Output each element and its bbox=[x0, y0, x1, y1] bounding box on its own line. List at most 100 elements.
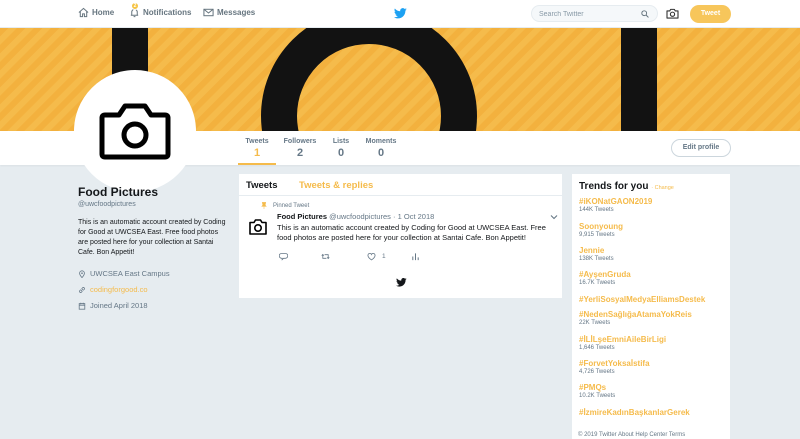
trend-name[interactable]: #iKONatGAON2019 bbox=[579, 197, 652, 206]
reply-button[interactable] bbox=[279, 252, 294, 261]
heart-icon bbox=[367, 252, 376, 261]
edit-profile-button[interactable]: Edit profile bbox=[671, 139, 731, 157]
tweet-separator: · bbox=[393, 212, 396, 221]
trend-count: 1,646 Tweets bbox=[579, 345, 615, 351]
trend-name[interactable]: #YerliSosyalMedyaElliamsDestek bbox=[579, 295, 705, 304]
profile-location: UWCSEA East Campus bbox=[78, 269, 170, 278]
trend-item[interactable]: #İzmireKadınBaşkanlarGerek bbox=[579, 408, 690, 417]
trend-name[interactable]: #AyşenGruda bbox=[579, 270, 631, 279]
chevron-down-icon[interactable] bbox=[550, 214, 558, 220]
nav-messages-label: Messages bbox=[217, 8, 256, 17]
tweet-actions: 1 bbox=[277, 252, 427, 264]
trend-item[interactable]: Soonyoung 9,915 Tweets bbox=[579, 222, 623, 238]
home-icon bbox=[78, 7, 89, 18]
trend-count: 22K Tweets bbox=[579, 320, 611, 326]
nav-home-label: Home bbox=[92, 8, 115, 17]
stat-label: Moments bbox=[365, 138, 397, 145]
trend-item[interactable]: #NedenSağlığaAtamaYokReis 22K Tweets bbox=[579, 310, 692, 326]
stat-followers[interactable]: Followers 2 bbox=[280, 138, 320, 159]
trend-item[interactable]: #AyşenGruda 16.7K Tweets bbox=[579, 270, 631, 286]
tweet-text: This is an automatic account created by … bbox=[277, 223, 546, 242]
stat-label: Tweets bbox=[245, 138, 269, 145]
stat-tweets[interactable]: Tweets 1 bbox=[238, 138, 276, 165]
tweet-author-name[interactable]: Food Pictures bbox=[277, 212, 327, 221]
tweet-date[interactable]: 1 Oct 2018 bbox=[398, 212, 435, 221]
trend-name[interactable]: Jennie bbox=[579, 246, 614, 255]
trend-item[interactable]: #YerliSosyalMedyaElliamsDestek bbox=[579, 295, 705, 304]
reply-icon bbox=[279, 252, 288, 261]
retweet-button[interactable] bbox=[321, 252, 336, 261]
trend-name[interactable]: #PMQs bbox=[579, 383, 615, 392]
profile-handle: @uwcfoodpictures bbox=[78, 201, 136, 208]
retweet-icon bbox=[321, 253, 330, 260]
trend-count: 138K Tweets bbox=[579, 256, 614, 262]
trend-name[interactable]: Soonyoung bbox=[579, 222, 623, 231]
notifications-badge: 2 bbox=[131, 2, 139, 10]
pin-icon bbox=[261, 202, 267, 209]
twitter-bird-icon[interactable] bbox=[394, 8, 407, 19]
stat-moments[interactable]: Moments 0 bbox=[362, 138, 400, 159]
tab-tweets[interactable]: Tweets bbox=[246, 180, 278, 191]
trends-card: Trends for you · Change #iKONatGAON2019 … bbox=[571, 173, 731, 439]
like-count: 1 bbox=[382, 253, 386, 260]
like-button[interactable]: 1 bbox=[367, 252, 386, 261]
stat-label: Followers bbox=[283, 138, 317, 145]
profile-avatar[interactable] bbox=[74, 70, 196, 192]
stat-label: Lists bbox=[332, 138, 350, 145]
nav-notifications-label: Notifications bbox=[143, 8, 192, 17]
trend-item[interactable]: Jennie 138K Tweets bbox=[579, 246, 614, 262]
trend-item[interactable]: #ForvetYoksaİstifa 4,726 Tweets bbox=[579, 359, 650, 375]
trend-count: 4,726 Tweets bbox=[579, 369, 615, 375]
stat-value: 0 bbox=[377, 147, 385, 159]
trend-name[interactable]: #NedenSağlığaAtamaYokReis bbox=[579, 310, 692, 319]
footer-links[interactable]: © 2019 Twitter About Help Center Terms bbox=[578, 432, 685, 438]
trend-count: 16.7K Tweets bbox=[579, 280, 616, 286]
camera-icon bbox=[99, 103, 171, 160]
location-pin-icon bbox=[79, 269, 85, 278]
trend-count: 10.2K Tweets bbox=[579, 393, 616, 399]
analytics-button[interactable] bbox=[411, 252, 426, 261]
stat-value: 1 bbox=[253, 147, 261, 159]
nav-home-link[interactable]: Home bbox=[78, 7, 114, 18]
stat-value: 2 bbox=[296, 147, 304, 159]
profile-website-link[interactable]: codingforgood.co bbox=[90, 285, 148, 294]
profile-joined-text: Joined April 2018 bbox=[90, 301, 148, 310]
tweet-button[interactable]: Tweet bbox=[690, 5, 731, 23]
search-input[interactable] bbox=[539, 9, 634, 19]
trends-header: Trends for you · Change bbox=[579, 181, 674, 192]
search-icon[interactable] bbox=[641, 10, 649, 18]
link-icon bbox=[79, 286, 85, 293]
timeline-tabs: Tweets Tweets & replies bbox=[239, 174, 562, 196]
tab-tweets-replies[interactable]: Tweets & replies bbox=[299, 180, 373, 191]
stat-lists[interactable]: Lists 0 bbox=[328, 138, 354, 159]
profile-location-text: UWCSEA East Campus bbox=[90, 269, 170, 278]
envelope-icon bbox=[203, 8, 214, 17]
trend-count: 144K Tweets bbox=[579, 207, 614, 213]
profile-joined: Joined April 2018 bbox=[78, 301, 148, 310]
tweet-author-avatar-camera-icon[interactable] bbox=[248, 218, 268, 236]
profile-name: Food Pictures bbox=[78, 185, 159, 199]
timeline-card: Tweets Tweets & replies Pinned Tweet Foo… bbox=[238, 173, 563, 299]
trend-item[interactable]: #iKONatGAON2019 144K Tweets bbox=[579, 197, 652, 213]
trend-name[interactable]: #İLİLşeEmniAileBirLigi bbox=[579, 335, 666, 344]
profile-website[interactable]: codingforgood.co bbox=[78, 285, 148, 294]
trend-count: 9,915 Tweets bbox=[579, 232, 615, 238]
nav-notifications-link[interactable]: 2 Notifications bbox=[129, 2, 192, 18]
pinned-label-text: Pinned Tweet bbox=[273, 202, 310, 209]
trend-name[interactable]: #İzmireKadınBaşkanlarGerek bbox=[579, 408, 690, 417]
calendar-icon bbox=[78, 302, 86, 310]
nav-messages-link[interactable]: Messages bbox=[203, 7, 255, 18]
twitter-bird-icon bbox=[396, 278, 407, 287]
trends-title: Trends for you bbox=[579, 181, 649, 192]
pinned-tweet-label: Pinned Tweet bbox=[261, 202, 310, 209]
tweet-author-handle[interactable]: @uwcfoodpictures bbox=[329, 212, 391, 221]
stat-value: 0 bbox=[337, 147, 345, 159]
trends-change-link[interactable]: · Change bbox=[651, 185, 674, 191]
camera-icon[interactable] bbox=[666, 8, 679, 19]
trend-item[interactable]: #PMQs 10.2K Tweets bbox=[579, 383, 615, 399]
trend-name[interactable]: #ForvetYoksaİstifa bbox=[579, 359, 650, 368]
search-box bbox=[531, 5, 658, 22]
top-navigation-bar: Home 2 Notifications Messages Tweet bbox=[0, 0, 800, 28]
trend-item[interactable]: #İLİLşeEmniAileBirLigi 1,646 Tweets bbox=[579, 335, 666, 351]
profile-bio: This is an automatic account created by … bbox=[78, 219, 226, 256]
